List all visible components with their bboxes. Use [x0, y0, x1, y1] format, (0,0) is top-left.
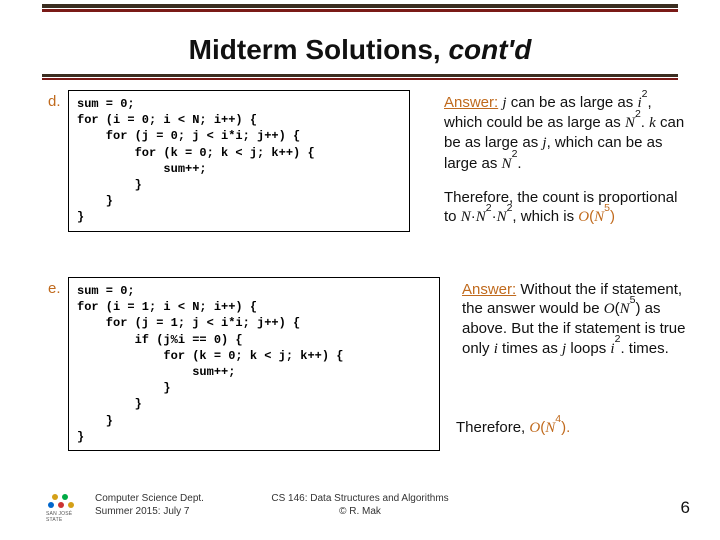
answer-d-part1: Answer: j can be as large as i2, which c… — [444, 93, 692, 174]
answer-e-part2: Therefore, O(N4). — [456, 418, 696, 438]
slide-title: Midterm Solutions, cont'd — [0, 34, 720, 66]
item-label-d: d. — [48, 93, 61, 110]
rule-top-dark — [42, 4, 678, 8]
rule-under-dark — [42, 74, 678, 77]
answer-label: Answer: — [462, 281, 516, 298]
answer-e-part1: Answer: Without the if statement, the an… — [462, 280, 692, 359]
title-plain: Midterm Solutions, — [189, 34, 449, 65]
answer-d-part2: Therefore, the count is proportional to … — [444, 188, 692, 227]
code-block-d: sum = 0; for (i = 0; i < N; i++) { for (… — [68, 90, 410, 232]
title-italic: cont'd — [448, 34, 531, 65]
footer-middle: CS 146: Data Structures and Algorithms ©… — [0, 493, 720, 518]
answer-label: Answer: — [444, 94, 498, 111]
rule-under-red — [42, 78, 678, 80]
page-number: 6 — [681, 498, 690, 518]
code-block-e: sum = 0; for (i = 1; i < N; i++) { for (… — [68, 277, 440, 451]
rule-top-red — [42, 9, 678, 12]
item-label-e: e. — [48, 280, 61, 297]
